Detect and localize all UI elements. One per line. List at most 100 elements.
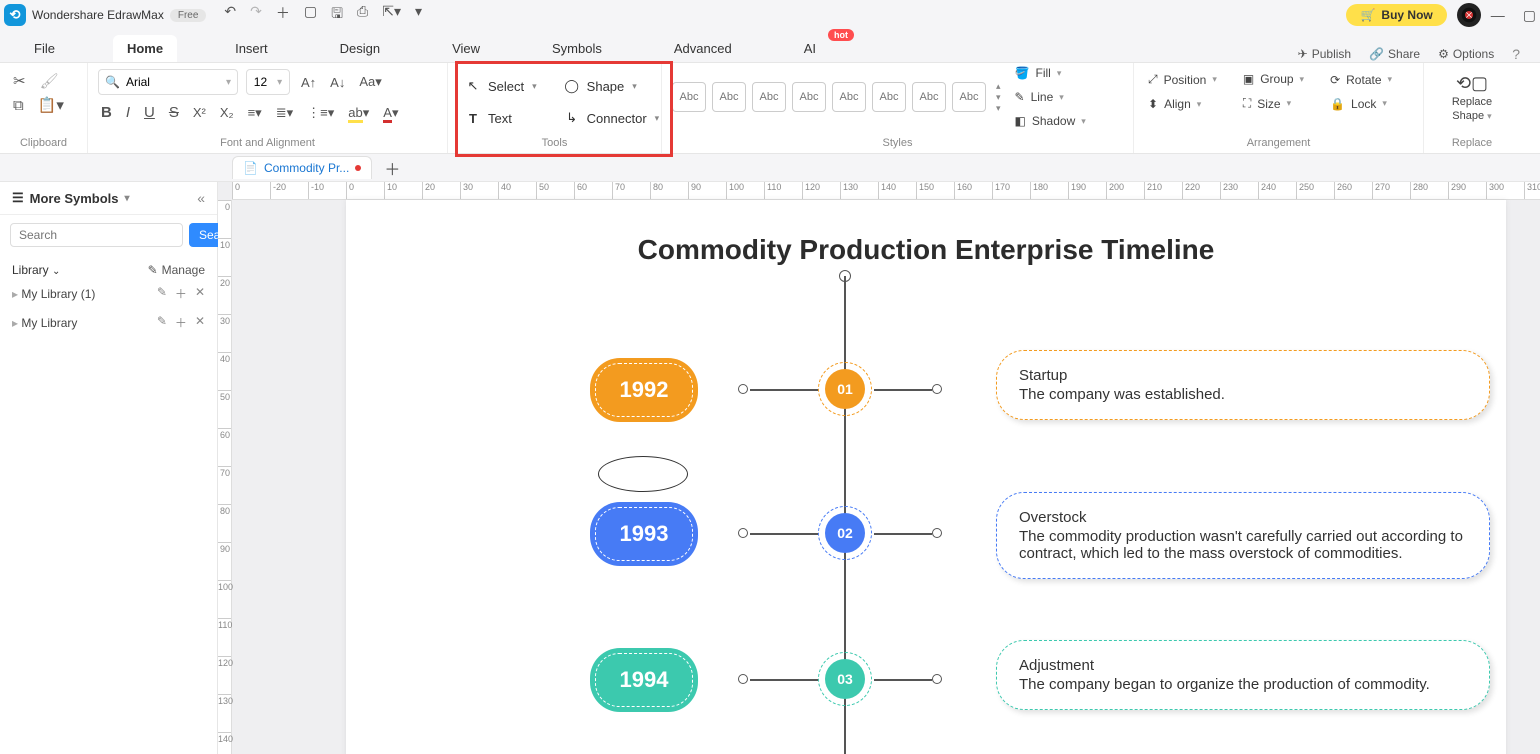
style-swatch[interactable]: Abc — [912, 82, 946, 112]
text-tool[interactable]: TText — [458, 105, 543, 131]
library-row[interactable]: ▸ My Library ✎＋✕ — [0, 308, 217, 337]
strikethrough-icon[interactable]: S — [166, 101, 182, 124]
share-button[interactable]: 🔗Share — [1369, 47, 1420, 61]
tab-file[interactable]: File — [20, 35, 69, 62]
connector-dot[interactable] — [738, 674, 748, 684]
help-icon[interactable]: ? — [1512, 46, 1520, 62]
font-family-combo[interactable]: 🔍Arial▾ — [98, 69, 238, 95]
replace-shape-button[interactable]: ⟲▢ Replace Shape ▾ — [1434, 69, 1510, 126]
tab-ai[interactable]: AIhot — [790, 35, 830, 62]
qa-more-icon[interactable]: ▾ — [415, 3, 422, 27]
group-button[interactable]: ▣Group▾ — [1239, 69, 1308, 89]
connector-line[interactable] — [874, 679, 932, 681]
shadow-button[interactable]: ◧Shadow▾ — [1011, 111, 1090, 131]
format-painter-icon[interactable]: 🖌 — [37, 69, 62, 93]
number-circle[interactable]: 03 — [825, 659, 865, 699]
shape-tool[interactable]: ◯Shape▾ — [557, 73, 666, 99]
copy-icon[interactable]: ⧉ — [10, 94, 27, 117]
save-icon[interactable]: 🖫 — [331, 3, 343, 27]
select-tool[interactable]: ↖Select▾ — [458, 73, 543, 99]
connector-line[interactable] — [874, 389, 932, 391]
cut-icon[interactable]: ✂ — [10, 69, 29, 93]
options-button[interactable]: ⚙Options — [1438, 47, 1494, 61]
subscript-icon[interactable]: X₂ — [217, 102, 237, 123]
year-pill[interactable]: 1993 — [590, 502, 698, 566]
more-symbols-button[interactable]: ☰More Symbols▾ — [12, 190, 130, 206]
connector-line[interactable] — [750, 389, 818, 391]
underline-icon[interactable]: U — [141, 101, 158, 124]
italic-icon[interactable]: I — [123, 101, 133, 124]
library-row[interactable]: ▸ My Library (1) ✎＋✕ — [0, 279, 217, 308]
buy-now-button[interactable]: 🛒 Buy Now — [1346, 4, 1446, 26]
close-lib-icon[interactable]: ✕ — [195, 285, 205, 302]
style-swatch[interactable]: Abc — [832, 82, 866, 112]
highlight-icon[interactable]: ab▾ — [345, 102, 372, 124]
add-lib-icon[interactable]: ＋ — [175, 314, 187, 331]
document-tab[interactable]: 📄 Commodity Pr... — [232, 156, 372, 179]
new-tab-button[interactable]: ＋ — [384, 156, 400, 180]
bold-icon[interactable]: B — [98, 101, 115, 124]
style-swatch[interactable]: Abc — [792, 82, 826, 112]
event-box[interactable]: Overstock The commodity production wasn'… — [996, 492, 1490, 579]
tab-symbols[interactable]: Symbols — [538, 35, 616, 62]
number-circle[interactable]: 02 — [825, 513, 865, 553]
font-size-combo[interactable]: 12▾ — [246, 69, 290, 95]
style-swatch[interactable]: Abc — [672, 82, 706, 112]
connector-tool[interactable]: ↳Connector▾ — [557, 105, 666, 131]
shrink-font-icon[interactable]: A↓ — [327, 72, 348, 93]
minimize-icon[interactable]: — — [1491, 7, 1505, 24]
user-avatar[interactable] — [1457, 3, 1481, 27]
size-button[interactable]: ⛶Size▾ — [1239, 93, 1308, 114]
event-box[interactable]: Adjustment The company began to organize… — [996, 640, 1490, 710]
number-circle[interactable]: 01 — [825, 369, 865, 409]
styles-more-icon[interactable]: ▾ — [996, 103, 1001, 114]
paste-icon[interactable]: 📋▾ — [35, 93, 67, 117]
export-icon[interactable]: ⇱▾ — [382, 3, 401, 27]
tab-view[interactable]: View — [438, 35, 494, 62]
style-swatch[interactable]: Abc — [872, 82, 906, 112]
event-box[interactable]: Startup The company was established. — [996, 350, 1490, 420]
close-lib-icon[interactable]: ✕ — [195, 314, 205, 331]
style-swatch[interactable]: Abc — [712, 82, 746, 112]
publish-button[interactable]: ✈Publish — [1298, 47, 1351, 61]
change-case-icon[interactable]: Aa▾ — [356, 71, 384, 93]
page[interactable]: Commodity Production Enterprise Timeline… — [346, 200, 1506, 754]
diagram-title[interactable]: Commodity Production Enterprise Timeline — [346, 234, 1506, 266]
library-dropdown[interactable]: Library ⌄ — [12, 263, 60, 277]
fill-button[interactable]: 🪣Fill▾ — [1011, 63, 1090, 83]
canvas[interactable]: 0-20-10010203040506070809010011012013014… — [218, 182, 1540, 754]
tab-advanced[interactable]: Advanced — [660, 35, 746, 62]
bullets-icon[interactable]: ⋮≡▾ — [304, 102, 337, 124]
connector-dot[interactable] — [738, 528, 748, 538]
redo-icon[interactable]: ↷ — [250, 3, 262, 27]
maximize-icon[interactable]: ▢ — [1523, 7, 1536, 24]
edit-lib-icon[interactable]: ✎ — [157, 314, 167, 331]
year-pill[interactable]: 1994 — [590, 648, 698, 712]
line-spacing-icon[interactable]: ≣▾ — [273, 102, 296, 124]
connector-dot[interactable] — [932, 384, 942, 394]
tab-home[interactable]: Home — [113, 35, 177, 62]
year-pill[interactable]: 1992 — [590, 358, 698, 422]
undo-icon[interactable]: ↶ — [224, 3, 236, 27]
print-icon[interactable]: ⎙ — [357, 3, 368, 27]
line-button[interactable]: ✎Line▾ — [1011, 87, 1090, 107]
add-lib-icon[interactable]: ＋ — [175, 285, 187, 302]
new-icon[interactable]: ＋ — [276, 3, 290, 27]
superscript-icon[interactable]: X² — [190, 102, 209, 123]
symbol-search-input[interactable] — [10, 223, 183, 247]
text-align-icon[interactable]: ≡▾ — [245, 102, 265, 124]
font-color-icon[interactable]: A▾ — [380, 102, 401, 124]
lock-button[interactable]: 🔒Lock▾ — [1326, 94, 1396, 114]
styles-down-icon[interactable]: ▾ — [996, 92, 1001, 103]
connector-line[interactable] — [750, 679, 818, 681]
grow-font-icon[interactable]: A↑ — [298, 72, 319, 93]
collapse-panel-icon[interactable]: « — [197, 190, 205, 206]
connector-dot[interactable] — [932, 674, 942, 684]
styles-up-icon[interactable]: ▴ — [996, 81, 1001, 92]
connector-dot[interactable] — [932, 528, 942, 538]
align-button[interactable]: ⬍Align▾ — [1144, 94, 1221, 114]
connector-line[interactable] — [750, 533, 818, 535]
ellipse-shape[interactable] — [598, 456, 688, 492]
style-swatch[interactable]: Abc — [952, 82, 986, 112]
edit-lib-icon[interactable]: ✎ — [157, 285, 167, 302]
